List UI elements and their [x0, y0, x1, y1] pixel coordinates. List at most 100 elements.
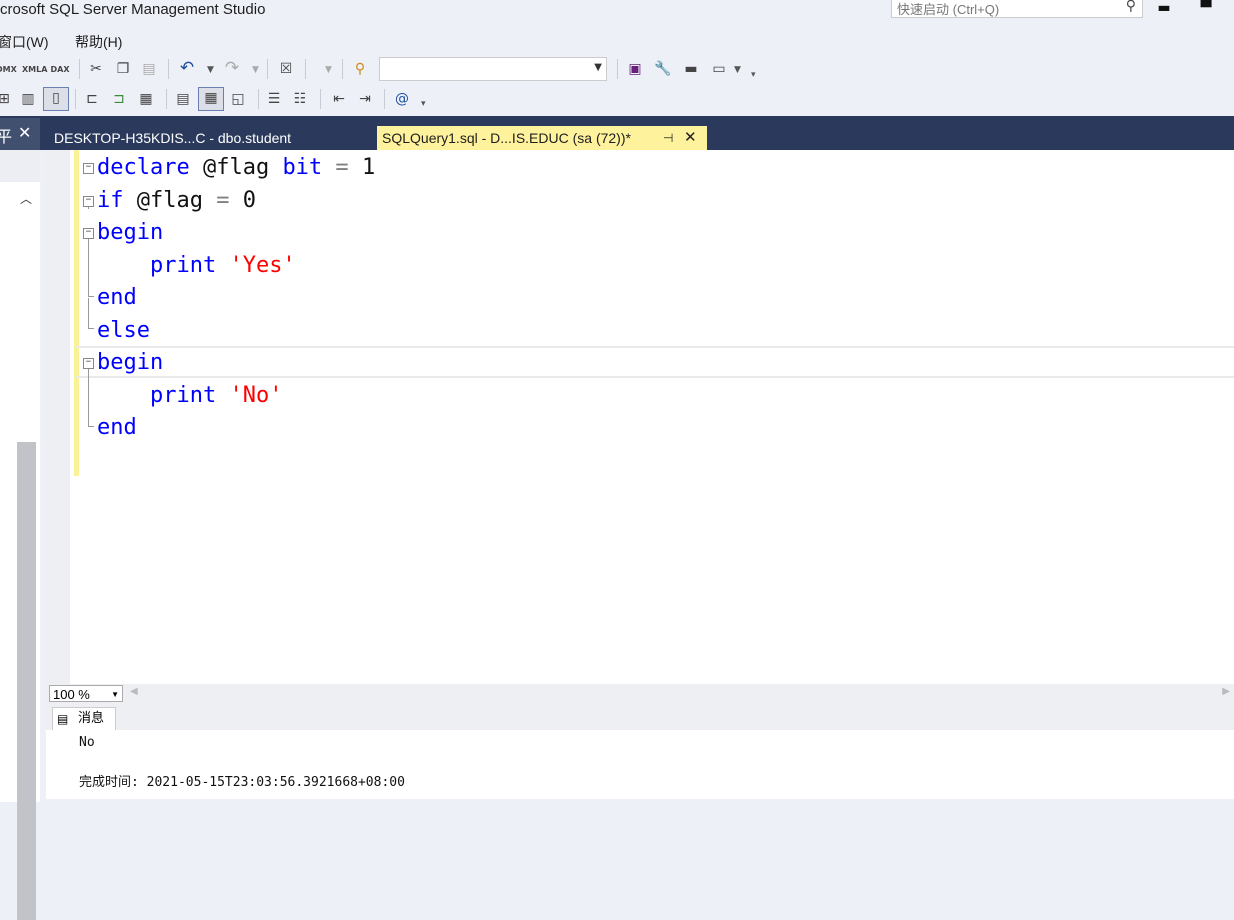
- chevron-down-icon[interactable]: ▼: [111, 686, 119, 703]
- live-stats-icon[interactable]: ⊐: [109, 89, 129, 109]
- wrench-icon[interactable]: 🔧: [653, 59, 673, 79]
- activity-monitor-icon[interactable]: ☒: [276, 59, 296, 79]
- code-line[interactable]: declare @flag bit = 1: [97, 152, 375, 185]
- code-token: begin: [97, 350, 164, 375]
- chevron-down-icon[interactable]: ▼: [594, 62, 602, 73]
- specify-template-values-icon[interactable]: @: [392, 89, 412, 109]
- code-token: @flag: [189, 155, 283, 180]
- dax-query-icon[interactable]: DAX: [50, 60, 70, 80]
- database-select[interactable]: ▼: [379, 57, 607, 81]
- toolbox-icon[interactable]: ▬: [681, 59, 701, 79]
- messages-icon: ▤: [57, 712, 69, 726]
- panel-tab-label: 平: [0, 127, 13, 146]
- code-line[interactable]: end: [97, 282, 375, 315]
- tab-label: SQLQuery1.sql - D...IS.EDUC (sa (72))*: [382, 130, 631, 146]
- code-token: 1: [361, 155, 376, 180]
- minimize-button[interactable]: ▬: [1149, 0, 1179, 20]
- navigate-dropdown-icon[interactable]: ▼: [325, 65, 332, 75]
- close-icon[interactable]: ✕: [18, 123, 31, 142]
- vertical-scrollbar[interactable]: [17, 442, 36, 920]
- maximize-button[interactable]: ▀: [1191, 0, 1221, 20]
- results-to-grid-icon[interactable]: ▦: [198, 87, 224, 111]
- results-tab-strip: [46, 704, 1234, 730]
- fold-end-tick: [88, 296, 94, 297]
- toolbar-overflow-icon[interactable]: ▾: [751, 70, 756, 80]
- tab-messages[interactable]: ▤ 消息: [52, 707, 116, 730]
- menu-help[interactable]: 帮助(H): [75, 32, 122, 52]
- window-title: crosoft SQL Server Management Studio: [0, 1, 266, 18]
- include-plan-icon[interactable]: ⊏: [82, 89, 102, 109]
- separator: [320, 89, 321, 109]
- object-explorer-tab[interactable]: 平 ✕: [0, 118, 40, 150]
- code-line[interactable]: if @flag = 0: [97, 185, 375, 218]
- redo-dropdown-icon[interactable]: ▼: [252, 65, 259, 75]
- scroll-left-icon[interactable]: ◀: [130, 686, 138, 697]
- separator: [267, 59, 268, 79]
- separator: [342, 59, 343, 79]
- fold-toggle-icon[interactable]: −: [83, 163, 94, 174]
- search-icon[interactable]: ⚲: [1126, 0, 1136, 14]
- fold-line: [88, 207, 89, 209]
- undo-icon[interactable]: ↶: [177, 58, 197, 78]
- tab-student-table[interactable]: DESKTOP-H35KDIS...C - dbo.student: [50, 126, 374, 150]
- close-icon[interactable]: ✕: [684, 126, 697, 150]
- code-line[interactable]: begin: [97, 347, 375, 380]
- code-text[interactable]: declare @flag bit = 1 if @flag = 0 begin p…: [97, 152, 375, 445]
- visual-studio-icon[interactable]: ▣: [625, 59, 645, 79]
- dmx-query-icon[interactable]: DMX: [0, 60, 17, 80]
- cut-icon[interactable]: ✂: [86, 59, 106, 79]
- uncomment-icon[interactable]: ☷: [290, 89, 310, 109]
- code-line[interactable]: print 'No': [97, 380, 375, 413]
- fold-toggle-icon[interactable]: −: [83, 196, 94, 207]
- code-token: end: [97, 415, 137, 440]
- pin-icon[interactable]: ⊣: [663, 126, 673, 150]
- change-tracking-bar: [74, 150, 79, 476]
- intellisense-icon[interactable]: ▯: [43, 87, 69, 111]
- fold-end-tick: [88, 328, 94, 329]
- zoom-select[interactable]: 100 % ▼: [49, 685, 123, 702]
- code-token: if: [97, 187, 124, 213]
- quick-launch-input[interactable]: 快速启动 (Ctrl+Q): [897, 0, 999, 18]
- redo-icon[interactable]: ↷: [222, 58, 242, 78]
- fold-end-tick: [88, 426, 94, 427]
- copy-icon[interactable]: ❐: [113, 59, 133, 79]
- toolbar-overflow-icon[interactable]: ▾: [421, 99, 426, 109]
- display-plan-icon[interactable]: ⊞: [0, 89, 14, 109]
- quick-launch[interactable]: 快速启动 (Ctrl+Q) ⚲: [891, 0, 1143, 18]
- separator: [79, 59, 80, 79]
- code-token: 'Yes': [229, 252, 296, 278]
- find-icon[interactable]: ⚲: [350, 59, 370, 79]
- toolbar-standard: DMX XMLA DAX ✂ ❐ ▤ ↶ ▼ ↷ ▼ ☒ ▼ ⚲ ▣ 🔧 ▬ ▭…: [0, 55, 1234, 83]
- code-line[interactable]: begin: [97, 217, 375, 250]
- code-token: @flag: [123, 187, 217, 213]
- tab-sqlquery1[interactable]: SQLQuery1.sql - D...IS.EDUC (sa (72))* ⊣…: [377, 126, 707, 150]
- separator: [166, 89, 167, 109]
- separator: [384, 89, 385, 109]
- comment-icon[interactable]: ☰: [264, 89, 284, 109]
- fold-toggle-icon[interactable]: −: [83, 358, 94, 369]
- menu-window[interactable]: 窗口(W): [0, 32, 49, 52]
- query-options-icon[interactable]: ▥: [18, 89, 38, 109]
- undo-dropdown-icon[interactable]: ▼: [207, 65, 214, 75]
- separator: [258, 89, 259, 109]
- xmla-query-icon[interactable]: XMLA: [22, 60, 47, 80]
- code-line[interactable]: end: [97, 412, 375, 445]
- fold-toggle-icon[interactable]: −: [83, 228, 94, 239]
- code-token: else: [97, 317, 150, 343]
- results-to-text-icon[interactable]: ▤: [173, 89, 193, 109]
- code-line[interactable]: else: [97, 315, 375, 348]
- scroll-right-icon[interactable]: ▶: [1222, 686, 1230, 697]
- query-editor[interactable]: − − − − declare @flag bit = 1 if @flag = …: [46, 150, 1234, 685]
- increase-indent-icon[interactable]: ⇥: [355, 89, 375, 109]
- command-dropdown-icon[interactable]: ▼: [734, 65, 741, 75]
- code-line[interactable]: print 'Yes': [97, 250, 375, 283]
- results-to-file-icon[interactable]: ◱: [228, 89, 248, 109]
- code-token: end: [97, 285, 137, 310]
- code-token: print: [97, 382, 230, 408]
- paste-icon[interactable]: ▤: [139, 59, 159, 79]
- command-window-icon[interactable]: ▭: [709, 59, 729, 79]
- decrease-indent-icon[interactable]: ⇤: [329, 89, 349, 109]
- code-token: print: [97, 252, 230, 278]
- client-stats-icon[interactable]: ▦: [136, 89, 156, 109]
- chevron-up-icon[interactable]: ︿: [20, 190, 32, 207]
